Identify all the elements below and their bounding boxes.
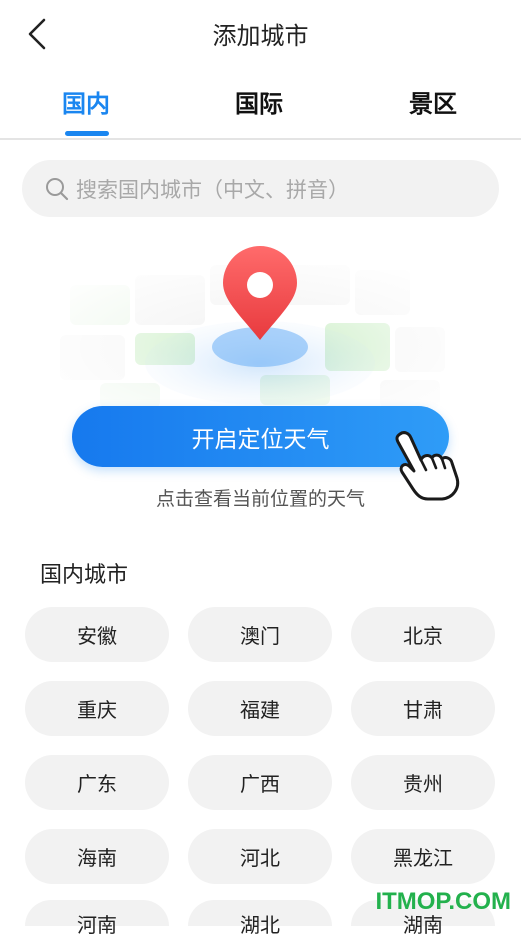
city-chip[interactable]: 安徽 — [25, 607, 169, 662]
city-chip[interactable]: 甘肃 — [351, 681, 495, 736]
city-chip[interactable]: 广西 — [188, 755, 332, 810]
tab-indicator — [65, 131, 109, 136]
city-chip[interactable]: 河南 — [25, 900, 169, 937]
city-chip[interactable]: 黑龙江 — [351, 829, 495, 884]
city-chip[interactable]: 湖北 — [188, 900, 332, 937]
city-chip[interactable]: 海南 — [25, 829, 169, 884]
city-chip[interactable]: 河北 — [188, 829, 332, 884]
divider — [0, 138, 521, 140]
search-bar[interactable] — [22, 160, 499, 219]
location-hint: 点击查看当前位置的天气 — [155, 488, 365, 510]
header: 添加城市 — [0, 0, 521, 70]
tab-scenic[interactable]: 景区 — [409, 84, 457, 119]
watermark: ITMOP.COM — [375, 888, 511, 915]
section-title-domestic-cities: 国内城市 — [40, 563, 129, 588]
search-icon — [46, 178, 69, 201]
city-chip[interactable]: 广东 — [25, 755, 169, 810]
tab-bar: 国内 国际 景区 — [0, 70, 521, 138]
city-chip[interactable]: 北京 — [351, 607, 495, 662]
city-chip[interactable]: 贵州 — [351, 755, 495, 810]
location-illustration — [40, 245, 481, 415]
search-input[interactable] — [74, 160, 478, 219]
city-chip[interactable]: 福建 — [188, 681, 332, 736]
city-chip[interactable]: 澳门 — [188, 607, 332, 662]
city-chip-label: 河南 — [77, 913, 117, 937]
city-chip[interactable]: 重庆 — [25, 681, 169, 736]
tab-international[interactable]: 国际 — [235, 84, 283, 119]
city-chip-label: 湖北 — [240, 913, 280, 937]
tab-domestic[interactable]: 国内 — [62, 84, 110, 119]
page-title: 添加城市 — [212, 22, 309, 50]
